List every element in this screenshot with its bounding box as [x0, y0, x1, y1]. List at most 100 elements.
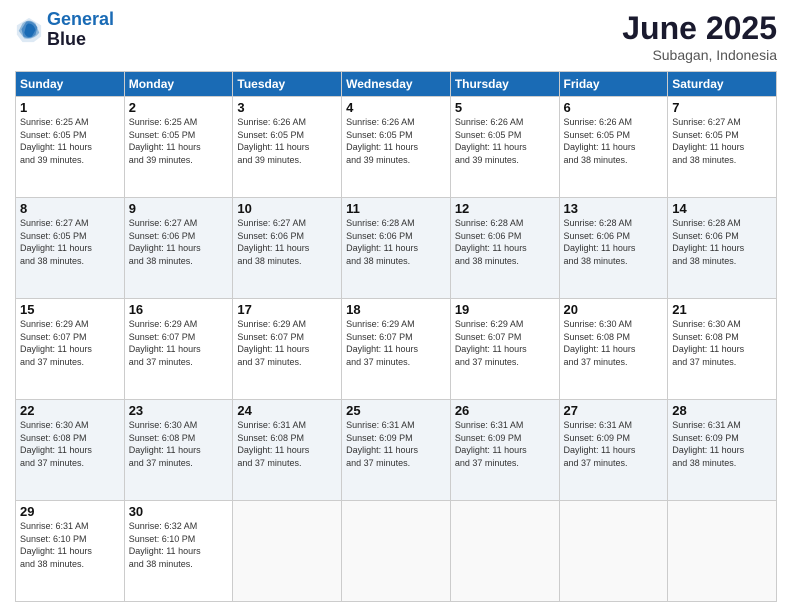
- day-cell: 7Sunrise: 6:27 AM Sunset: 6:05 PM Daylig…: [668, 97, 777, 198]
- day-info: Sunrise: 6:29 AM Sunset: 6:07 PM Dayligh…: [129, 318, 229, 368]
- day-info: Sunrise: 6:31 AM Sunset: 6:10 PM Dayligh…: [20, 520, 120, 570]
- logo-text: General Blue: [47, 10, 114, 50]
- day-info: Sunrise: 6:27 AM Sunset: 6:05 PM Dayligh…: [672, 116, 772, 166]
- day-number: 11: [346, 201, 446, 216]
- day-cell: 20Sunrise: 6:30 AM Sunset: 6:08 PM Dayli…: [559, 299, 668, 400]
- day-number: 24: [237, 403, 337, 418]
- day-cell: [342, 501, 451, 602]
- title-section: June 2025 Subagan, Indonesia: [622, 10, 777, 63]
- day-cell: 1Sunrise: 6:25 AM Sunset: 6:05 PM Daylig…: [16, 97, 125, 198]
- day-info: Sunrise: 6:27 AM Sunset: 6:06 PM Dayligh…: [129, 217, 229, 267]
- day-number: 30: [129, 504, 229, 519]
- day-number: 2: [129, 100, 229, 115]
- day-cell: 6Sunrise: 6:26 AM Sunset: 6:05 PM Daylig…: [559, 97, 668, 198]
- day-info: Sunrise: 6:29 AM Sunset: 6:07 PM Dayligh…: [20, 318, 120, 368]
- day-number: 16: [129, 302, 229, 317]
- day-info: Sunrise: 6:31 AM Sunset: 6:09 PM Dayligh…: [672, 419, 772, 469]
- day-cell: [450, 501, 559, 602]
- day-info: Sunrise: 6:31 AM Sunset: 6:08 PM Dayligh…: [237, 419, 337, 469]
- day-number: 15: [20, 302, 120, 317]
- day-number: 19: [455, 302, 555, 317]
- day-cell: 14Sunrise: 6:28 AM Sunset: 6:06 PM Dayli…: [668, 198, 777, 299]
- day-number: 21: [672, 302, 772, 317]
- day-number: 17: [237, 302, 337, 317]
- day-info: Sunrise: 6:28 AM Sunset: 6:06 PM Dayligh…: [455, 217, 555, 267]
- day-cell: 15Sunrise: 6:29 AM Sunset: 6:07 PM Dayli…: [16, 299, 125, 400]
- day-info: Sunrise: 6:31 AM Sunset: 6:09 PM Dayligh…: [455, 419, 555, 469]
- day-info: Sunrise: 6:27 AM Sunset: 6:05 PM Dayligh…: [20, 217, 120, 267]
- day-cell: 12Sunrise: 6:28 AM Sunset: 6:06 PM Dayli…: [450, 198, 559, 299]
- day-info: Sunrise: 6:26 AM Sunset: 6:05 PM Dayligh…: [455, 116, 555, 166]
- week-row-5: 29Sunrise: 6:31 AM Sunset: 6:10 PM Dayli…: [16, 501, 777, 602]
- logo-line2: Blue: [47, 30, 114, 50]
- day-info: Sunrise: 6:28 AM Sunset: 6:06 PM Dayligh…: [672, 217, 772, 267]
- day-cell: 5Sunrise: 6:26 AM Sunset: 6:05 PM Daylig…: [450, 97, 559, 198]
- day-cell: 24Sunrise: 6:31 AM Sunset: 6:08 PM Dayli…: [233, 400, 342, 501]
- month-title: June 2025: [622, 10, 777, 47]
- logo-icon: [15, 16, 43, 44]
- day-cell: 27Sunrise: 6:31 AM Sunset: 6:09 PM Dayli…: [559, 400, 668, 501]
- day-number: 6: [564, 100, 664, 115]
- day-cell: 18Sunrise: 6:29 AM Sunset: 6:07 PM Dayli…: [342, 299, 451, 400]
- day-number: 20: [564, 302, 664, 317]
- day-number: 14: [672, 201, 772, 216]
- calendar: SundayMondayTuesdayWednesdayThursdayFrid…: [15, 71, 777, 602]
- top-section: General Blue June 2025 Subagan, Indonesi…: [15, 10, 777, 63]
- day-cell: 11Sunrise: 6:28 AM Sunset: 6:06 PM Dayli…: [342, 198, 451, 299]
- day-info: Sunrise: 6:25 AM Sunset: 6:05 PM Dayligh…: [20, 116, 120, 166]
- logo-line1: General: [47, 9, 114, 29]
- day-cell: 3Sunrise: 6:26 AM Sunset: 6:05 PM Daylig…: [233, 97, 342, 198]
- day-info: Sunrise: 6:26 AM Sunset: 6:05 PM Dayligh…: [346, 116, 446, 166]
- day-cell: 26Sunrise: 6:31 AM Sunset: 6:09 PM Dayli…: [450, 400, 559, 501]
- day-number: 27: [564, 403, 664, 418]
- weekday-header-row: SundayMondayTuesdayWednesdayThursdayFrid…: [16, 72, 777, 97]
- day-number: 23: [129, 403, 229, 418]
- day-cell: 28Sunrise: 6:31 AM Sunset: 6:09 PM Dayli…: [668, 400, 777, 501]
- day-info: Sunrise: 6:28 AM Sunset: 6:06 PM Dayligh…: [346, 217, 446, 267]
- day-info: Sunrise: 6:27 AM Sunset: 6:06 PM Dayligh…: [237, 217, 337, 267]
- day-number: 9: [129, 201, 229, 216]
- weekday-header-saturday: Saturday: [668, 72, 777, 97]
- day-info: Sunrise: 6:29 AM Sunset: 6:07 PM Dayligh…: [455, 318, 555, 368]
- week-row-4: 22Sunrise: 6:30 AM Sunset: 6:08 PM Dayli…: [16, 400, 777, 501]
- day-cell: 8Sunrise: 6:27 AM Sunset: 6:05 PM Daylig…: [16, 198, 125, 299]
- day-number: 1: [20, 100, 120, 115]
- day-info: Sunrise: 6:30 AM Sunset: 6:08 PM Dayligh…: [20, 419, 120, 469]
- day-cell: 2Sunrise: 6:25 AM Sunset: 6:05 PM Daylig…: [124, 97, 233, 198]
- day-info: Sunrise: 6:29 AM Sunset: 6:07 PM Dayligh…: [237, 318, 337, 368]
- day-info: Sunrise: 6:25 AM Sunset: 6:05 PM Dayligh…: [129, 116, 229, 166]
- day-cell: 21Sunrise: 6:30 AM Sunset: 6:08 PM Dayli…: [668, 299, 777, 400]
- day-cell: [233, 501, 342, 602]
- day-cell: 25Sunrise: 6:31 AM Sunset: 6:09 PM Dayli…: [342, 400, 451, 501]
- day-number: 7: [672, 100, 772, 115]
- day-number: 13: [564, 201, 664, 216]
- weekday-header-monday: Monday: [124, 72, 233, 97]
- day-cell: [668, 501, 777, 602]
- day-cell: 10Sunrise: 6:27 AM Sunset: 6:06 PM Dayli…: [233, 198, 342, 299]
- weekday-header-sunday: Sunday: [16, 72, 125, 97]
- day-cell: 9Sunrise: 6:27 AM Sunset: 6:06 PM Daylig…: [124, 198, 233, 299]
- day-cell: 17Sunrise: 6:29 AM Sunset: 6:07 PM Dayli…: [233, 299, 342, 400]
- day-info: Sunrise: 6:30 AM Sunset: 6:08 PM Dayligh…: [672, 318, 772, 368]
- day-info: Sunrise: 6:26 AM Sunset: 6:05 PM Dayligh…: [237, 116, 337, 166]
- weekday-header-friday: Friday: [559, 72, 668, 97]
- day-number: 22: [20, 403, 120, 418]
- day-info: Sunrise: 6:26 AM Sunset: 6:05 PM Dayligh…: [564, 116, 664, 166]
- day-cell: 22Sunrise: 6:30 AM Sunset: 6:08 PM Dayli…: [16, 400, 125, 501]
- day-info: Sunrise: 6:30 AM Sunset: 6:08 PM Dayligh…: [129, 419, 229, 469]
- day-info: Sunrise: 6:29 AM Sunset: 6:07 PM Dayligh…: [346, 318, 446, 368]
- day-cell: 29Sunrise: 6:31 AM Sunset: 6:10 PM Dayli…: [16, 501, 125, 602]
- day-cell: 13Sunrise: 6:28 AM Sunset: 6:06 PM Dayli…: [559, 198, 668, 299]
- page: General Blue June 2025 Subagan, Indonesi…: [0, 0, 792, 612]
- week-row-3: 15Sunrise: 6:29 AM Sunset: 6:07 PM Dayli…: [16, 299, 777, 400]
- day-number: 10: [237, 201, 337, 216]
- day-cell: 4Sunrise: 6:26 AM Sunset: 6:05 PM Daylig…: [342, 97, 451, 198]
- day-cell: [559, 501, 668, 602]
- weekday-header-wednesday: Wednesday: [342, 72, 451, 97]
- location-subtitle: Subagan, Indonesia: [622, 47, 777, 63]
- day-cell: 16Sunrise: 6:29 AM Sunset: 6:07 PM Dayli…: [124, 299, 233, 400]
- day-info: Sunrise: 6:32 AM Sunset: 6:10 PM Dayligh…: [129, 520, 229, 570]
- day-cell: 30Sunrise: 6:32 AM Sunset: 6:10 PM Dayli…: [124, 501, 233, 602]
- day-info: Sunrise: 6:31 AM Sunset: 6:09 PM Dayligh…: [564, 419, 664, 469]
- day-number: 5: [455, 100, 555, 115]
